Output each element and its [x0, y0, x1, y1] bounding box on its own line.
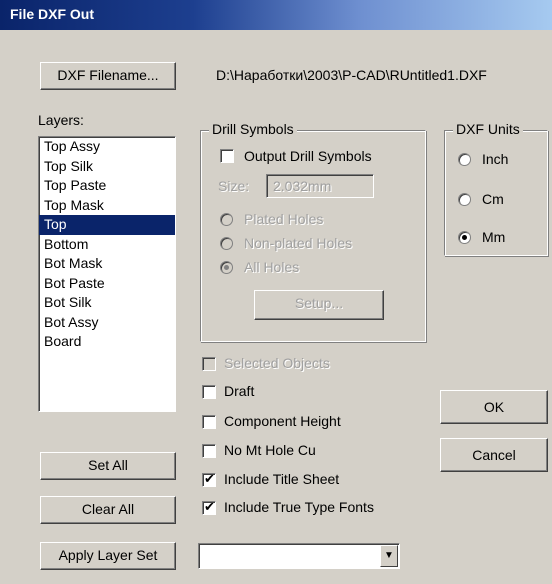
- setup-button[interactable]: Setup...: [254, 290, 384, 320]
- all-holes-label: All Holes: [244, 259, 300, 275]
- layer-list-item[interactable]: Board: [39, 332, 175, 352]
- draft-label: Draft: [224, 383, 255, 399]
- output-drill-symbols-checkbox[interactable]: [220, 149, 234, 163]
- drill-symbols-legend: Drill Symbols: [209, 121, 297, 137]
- non-plated-holes-label: Non-plated Holes: [244, 235, 353, 251]
- include-title-sheet-checkbox[interactable]: ✔: [202, 471, 216, 487]
- cm-radio[interactable]: [458, 193, 471, 206]
- draft-checkbox[interactable]: [202, 385, 216, 399]
- non-plated-holes-radio[interactable]: [220, 237, 233, 250]
- dxf-filename-path: D:\Наработки\2003\P-CAD\RUntitled1.DXF: [216, 67, 487, 83]
- dxf-out-dialog: File DXF Out DXF Filename... D:\Наработк…: [0, 0, 552, 584]
- layer-list-item[interactable]: Bot Paste: [39, 274, 175, 294]
- inch-radio[interactable]: [458, 153, 471, 166]
- size-input[interactable]: 2.032mm: [266, 174, 374, 198]
- no-mt-hole-cu-label: No Mt Hole Cu: [224, 442, 316, 458]
- radio-selected-dot: [462, 235, 467, 240]
- checkmark-icon: ✔: [204, 499, 215, 514]
- inch-label: Inch: [482, 151, 509, 167]
- cancel-button[interactable]: Cancel: [440, 438, 548, 472]
- layer-list-item[interactable]: Top Paste: [39, 176, 175, 196]
- layer-list-item[interactable]: Bot Silk: [39, 293, 175, 313]
- layer-list-item[interactable]: Bot Assy: [39, 313, 175, 333]
- layers-label: Layers:: [38, 112, 84, 128]
- title-bar[interactable]: File DXF Out: [0, 0, 552, 30]
- include-title-sheet-label: Include Title Sheet: [224, 471, 340, 487]
- layer-set-dropdown[interactable]: ▼: [198, 543, 400, 569]
- clear-all-button[interactable]: Clear All: [40, 496, 176, 524]
- component-height-checkbox[interactable]: [202, 415, 216, 429]
- layer-list-item[interactable]: Bottom: [39, 235, 175, 255]
- radio-selected-dot: [224, 265, 229, 270]
- ok-button[interactable]: OK: [440, 390, 548, 424]
- mm-label: Mm: [482, 229, 506, 245]
- layer-list-item[interactable]: Top Silk: [39, 157, 175, 177]
- output-drill-symbols-label: Output Drill Symbols: [244, 148, 372, 164]
- size-label: Size:: [218, 178, 250, 194]
- set-all-button[interactable]: Set All: [40, 452, 176, 480]
- include-true-type-fonts-label: Include True Type Fonts: [224, 499, 374, 515]
- checkmark-icon: ✔: [204, 471, 215, 486]
- layer-list-item[interactable]: Top: [39, 215, 175, 235]
- layer-list-item[interactable]: Bot Mask: [39, 254, 175, 274]
- all-holes-radio[interactable]: [220, 261, 233, 274]
- selected-objects-checkbox[interactable]: [202, 357, 216, 371]
- window-title: File DXF Out: [10, 6, 94, 22]
- selected-objects-label: Selected Objects: [224, 355, 330, 371]
- cm-label: Cm: [482, 191, 504, 207]
- layer-list-item[interactable]: Top Mask: [39, 196, 175, 216]
- no-mt-hole-cu-checkbox[interactable]: [202, 444, 216, 458]
- plated-holes-label: Plated Holes: [244, 211, 324, 227]
- include-true-type-fonts-checkbox[interactable]: ✔: [202, 499, 216, 515]
- mm-radio[interactable]: [458, 231, 471, 244]
- layer-list-item[interactable]: Top Assy: [39, 137, 175, 157]
- plated-holes-radio[interactable]: [220, 213, 233, 226]
- component-height-label: Component Height: [224, 413, 341, 429]
- size-value: 2.032mm: [273, 178, 332, 194]
- chevron-down-icon[interactable]: ▼: [380, 545, 398, 567]
- dxf-filename-button[interactable]: DXF Filename...: [40, 62, 176, 90]
- apply-layer-set-button[interactable]: Apply Layer Set: [40, 542, 176, 570]
- layers-listbox[interactable]: Top Assy Top Silk Top Paste Top Mask Top Bott…: [38, 136, 176, 412]
- dxf-units-legend: DXF Units: [453, 121, 523, 137]
